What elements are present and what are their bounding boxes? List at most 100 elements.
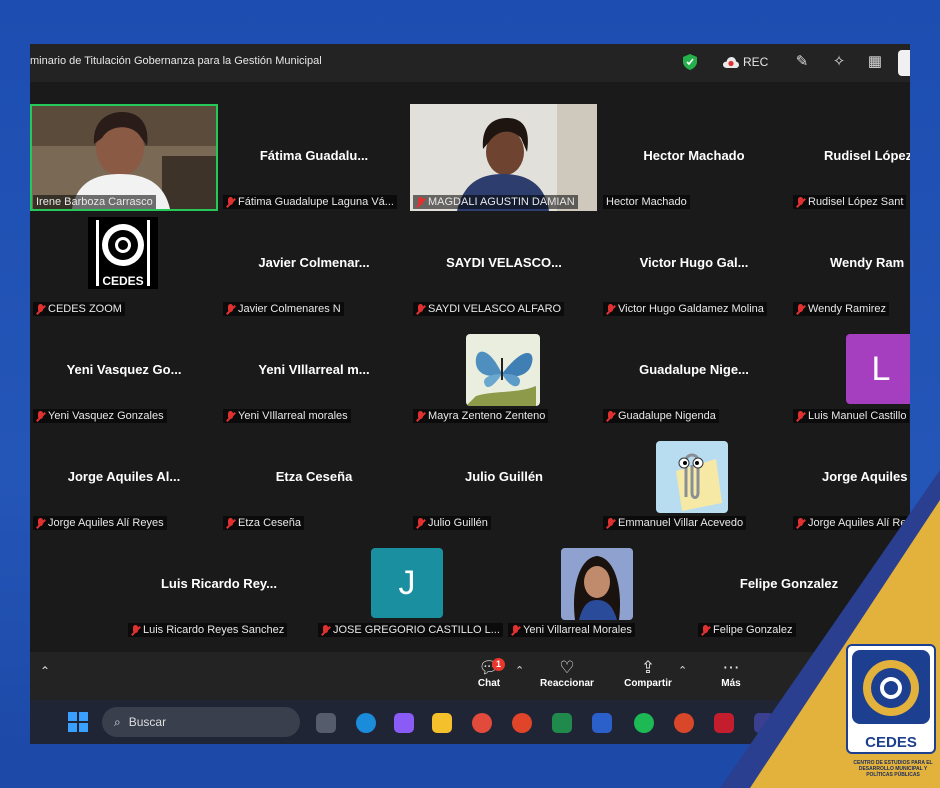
participant-name-label: SAYDI VELASCO ALFARO — [413, 302, 565, 316]
muted-mic-icon — [796, 303, 805, 315]
cedes-logo: CEDES — [846, 644, 936, 754]
participant-name-label: Yeni Vasquez Gonzales — [33, 409, 167, 423]
cedes-avatar-text: CEDES — [102, 274, 144, 288]
participant-name-label: Victor Hugo Galdamez Molina — [603, 302, 767, 316]
muted-mic-icon — [36, 410, 45, 422]
participant-name-label: Luis Manuel Castillo — [793, 409, 910, 423]
copilot-icon[interactable] — [394, 713, 414, 733]
participant-tile[interactable]: J JOSE GREGORIO CASTILLO L... — [315, 532, 503, 639]
participant-name-label: CEDES ZOOM — [33, 302, 125, 316]
participant-tile[interactable]: Luis Ricardo Rey... Luis Ricardo Reyes S… — [125, 532, 313, 639]
cedes-logo-emblem-icon — [852, 650, 930, 724]
muted-mic-icon — [226, 196, 235, 208]
edge-browser-icon[interactable] — [356, 713, 376, 733]
participant-display-name: Yeni VIllarreal m... — [258, 362, 370, 377]
participant-tile[interactable]: Irene Barboza Carrasco — [30, 104, 218, 211]
participant-name-label: Javier Colmenares N — [223, 302, 344, 316]
windows-start-icon[interactable] — [68, 712, 88, 732]
muted-mic-icon — [226, 303, 235, 315]
search-icon: ⌕ — [114, 714, 121, 729]
muted-mic-icon — [131, 624, 140, 636]
share-screen-icon: ⇪ — [640, 658, 656, 677]
encryption-shield-icon[interactable] — [683, 54, 697, 70]
participant-name-label: Guadalupe Nigenda — [603, 409, 719, 423]
cloud-record-icon — [723, 56, 739, 68]
chat-options-chevron-icon[interactable]: ⌃ — [515, 664, 524, 677]
task-view-icon[interactable] — [316, 713, 336, 733]
participant-name-label: Etza Ceseña — [223, 516, 304, 530]
participant-tile[interactable]: Yeni Villarreal Morales — [505, 532, 693, 639]
avatar: L — [846, 334, 910, 404]
muted-mic-icon — [606, 410, 615, 422]
taskbar-search[interactable]: ⌕ Buscar — [102, 707, 300, 737]
share-options-chevron-icon[interactable]: ⌃ — [678, 664, 687, 677]
participant-tile[interactable]: SAYDI VELASCO... SAYDI VELASCO ALFARO — [410, 211, 598, 318]
participant-name-label: JOSE GREGORIO CASTILLO L... — [318, 623, 503, 637]
muted-mic-icon — [796, 410, 805, 422]
ai-companion-icon[interactable]: ✧ — [830, 53, 848, 71]
butterfly-icon — [466, 351, 536, 406]
chat-unread-badge: 1 — [492, 658, 505, 671]
excel-icon[interactable] — [552, 713, 572, 733]
participant-tile[interactable]: Jorge Aquiles Al... Jorge Aquiles Alí Re… — [30, 425, 218, 532]
participant-tile[interactable]: Julio Guillén Julio Guillén — [410, 425, 598, 532]
chat-button[interactable]: 💬︎ 1 Chat — [459, 658, 519, 689]
participant-name-label: Luis Ricardo Reyes Sanchez — [128, 623, 288, 637]
powerpoint-icon[interactable] — [512, 713, 532, 733]
recording-indicator[interactable]: REC — [723, 55, 768, 69]
participant-display-name: Jorge Aquiles Al... — [67, 469, 181, 484]
participant-name-label: Julio Guillén — [413, 516, 491, 530]
muted-mic-icon — [796, 196, 805, 208]
participant-tile[interactable]: Javier Colmenar... Javier Colmenares N — [220, 211, 408, 318]
butterfly-avatar — [466, 334, 540, 406]
share-label: Compartir — [624, 678, 672, 689]
participant-name-label: Irene Barboza Carrasco — [33, 195, 156, 209]
participant-display-name: Javier Colmenar... — [258, 255, 370, 270]
participant-tile[interactable]: Mayra Zenteno Zenteno — [410, 318, 598, 425]
participant-tile[interactable]: L Luis Manuel Castillo — [790, 318, 910, 425]
participant-display-name: Julio Guillén — [464, 469, 543, 484]
participant-name-label: MAGDALI AGUSTIN DAMIAN — [413, 195, 578, 209]
cedes-logo-avatar: CEDES — [88, 217, 158, 289]
participant-tile[interactable]: Hector Machado Hector Machado — [600, 104, 788, 211]
view-button[interactable] — [898, 50, 910, 76]
participant-display-name: Wendy Ram — [830, 255, 905, 270]
participant-display-name: Yeni Vasquez Go... — [66, 362, 182, 377]
muted-mic-icon — [226, 517, 235, 529]
muted-mic-icon — [511, 624, 520, 636]
participant-tile[interactable]: CEDES CEDES ZOOM — [30, 211, 218, 318]
word-icon[interactable] — [592, 713, 612, 733]
participant-name-label: Wendy Ramirez — [793, 302, 890, 316]
participant-tile[interactable]: Victor Hugo Gal... Victor Hugo Galdamez … — [600, 211, 788, 318]
participant-tile[interactable]: Etza Ceseña Etza Ceseña — [220, 425, 408, 532]
heart-icon: ♡ — [559, 658, 575, 677]
participant-tile[interactable]: Yeni VIllarreal m... Yeni VIllarreal mor… — [220, 318, 408, 425]
view-grid-icon[interactable]: ▦ — [866, 53, 884, 71]
participant-tile[interactable]: Guadalupe Nige... Guadalupe Nigenda — [600, 318, 788, 425]
participant-name-label: Rudisel López Sant — [793, 195, 907, 209]
participant-display-name: Rudisel López — [824, 148, 910, 163]
muted-mic-icon — [416, 517, 425, 529]
participant-tile[interactable]: Yeni Vasquez Go... Yeni Vasquez Gonzales — [30, 318, 218, 425]
chevron-up-icon[interactable]: ⌃ — [40, 664, 50, 678]
react-button[interactable]: ♡ Reaccionar — [537, 658, 597, 689]
chrome-icon[interactable] — [472, 713, 492, 733]
participant-tile[interactable]: Fátima Guadalu... Fátima Guadalupe Lagun… — [220, 104, 408, 211]
participant-name-label: Yeni VIllarreal morales — [223, 409, 351, 423]
participant-display-name: Luis Ricardo Rey... — [160, 576, 278, 591]
spotify-icon[interactable] — [634, 713, 654, 733]
react-label: Reaccionar — [540, 678, 594, 689]
annotate-pen-icon[interactable]: ✎ — [793, 53, 811, 71]
participant-display-name: Victor Hugo Gal... — [639, 255, 749, 270]
participant-tile[interactable]: MAGDALI AGUSTIN DAMIAN — [410, 104, 598, 211]
participant-display-name: Hector Machado — [643, 148, 745, 163]
profile-photo-image — [561, 548, 633, 620]
participant-tile[interactable]: Wendy Ram Wendy Ramirez — [790, 211, 910, 318]
file-explorer-icon[interactable] — [432, 713, 452, 733]
share-button[interactable]: ⇪ Compartir — [618, 658, 678, 689]
chrome-profile-icon[interactable] — [674, 713, 694, 733]
muted-mic-icon — [416, 303, 425, 315]
cedes-logo-subtitle: CENTRO DE ESTUDIOS PARA EL DESARROLLO MU… — [853, 760, 933, 778]
participant-tile[interactable]: Rudisel López Rudisel López Sant — [790, 104, 910, 211]
profile-photo — [561, 548, 633, 620]
